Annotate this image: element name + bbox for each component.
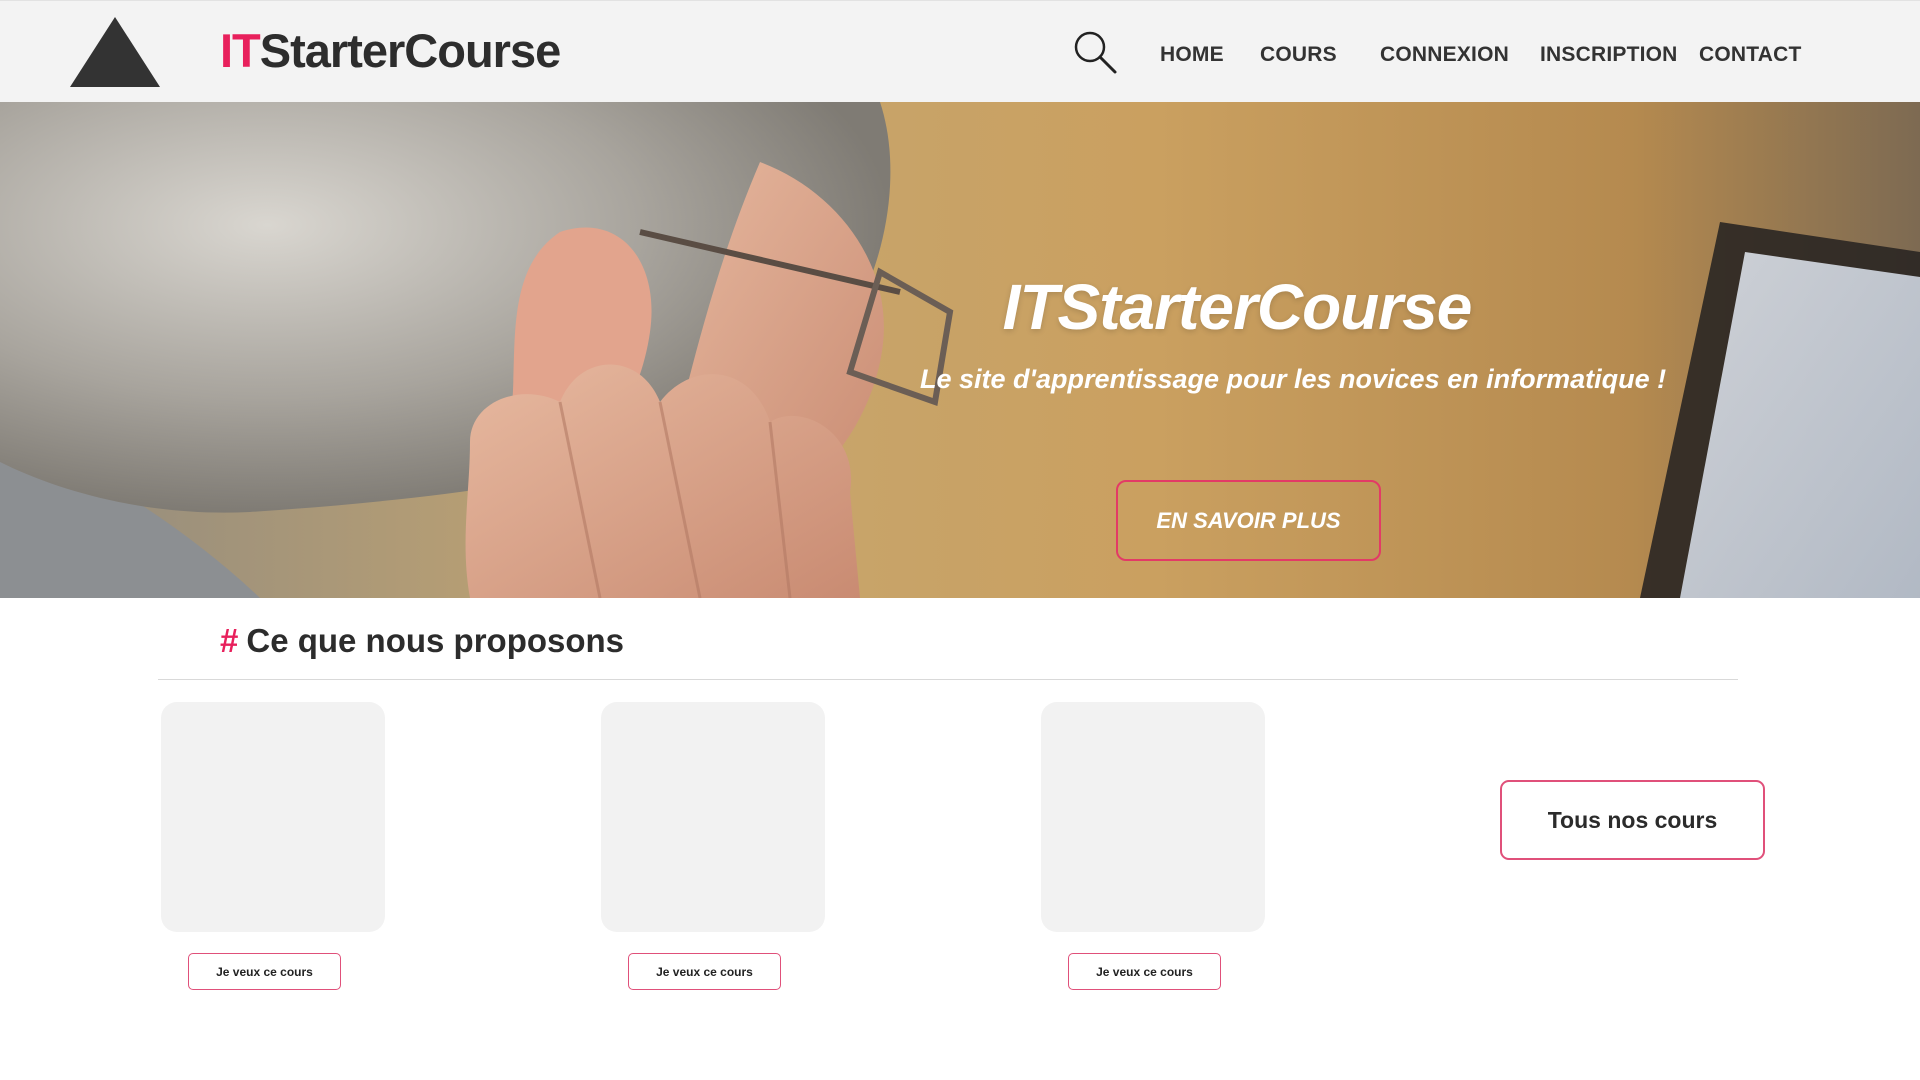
- nav-connexion[interactable]: CONNEXION: [1380, 43, 1509, 67]
- site-header: ITStarterCourse HOME COURS CONNEXION INS…: [0, 0, 1920, 102]
- hero-banner: ITStarterCourse Le site d'apprentissage …: [0, 102, 1920, 598]
- section-title: # Ce que nous proposons: [220, 622, 624, 660]
- hero-subtitle: Le site d'apprentissage pour les novices…: [920, 364, 1667, 394]
- section-title-text: Ce que nous proposons: [246, 622, 625, 659]
- section-divider: [158, 679, 1738, 680]
- want-course-button[interactable]: Je veux ce cours: [188, 953, 341, 990]
- main-nav: HOME COURS CONNEXION INSCRIPTION CONTACT: [0, 1, 1920, 103]
- nav-contact[interactable]: CONTACT: [1699, 43, 1802, 67]
- course-card-image[interactable]: [1041, 702, 1265, 932]
- nav-inscription[interactable]: INSCRIPTION: [1540, 43, 1678, 67]
- nav-home[interactable]: HOME: [1160, 43, 1224, 67]
- course-card-image[interactable]: [161, 702, 385, 932]
- hero-text-block: ITStarterCourse Le site d'apprentissage …: [0, 102, 1920, 598]
- course-card-image[interactable]: [601, 702, 825, 932]
- learn-more-button[interactable]: EN SAVOIR PLUS: [1116, 480, 1381, 561]
- want-course-button[interactable]: Je veux ce cours: [1068, 953, 1221, 990]
- hero-title: ITStarterCourse: [1002, 271, 1473, 343]
- want-course-button[interactable]: Je veux ce cours: [628, 953, 781, 990]
- section-hash: #: [220, 622, 239, 659]
- nav-cours[interactable]: COURS: [1260, 43, 1337, 67]
- all-courses-button[interactable]: Tous nos cours: [1500, 780, 1765, 860]
